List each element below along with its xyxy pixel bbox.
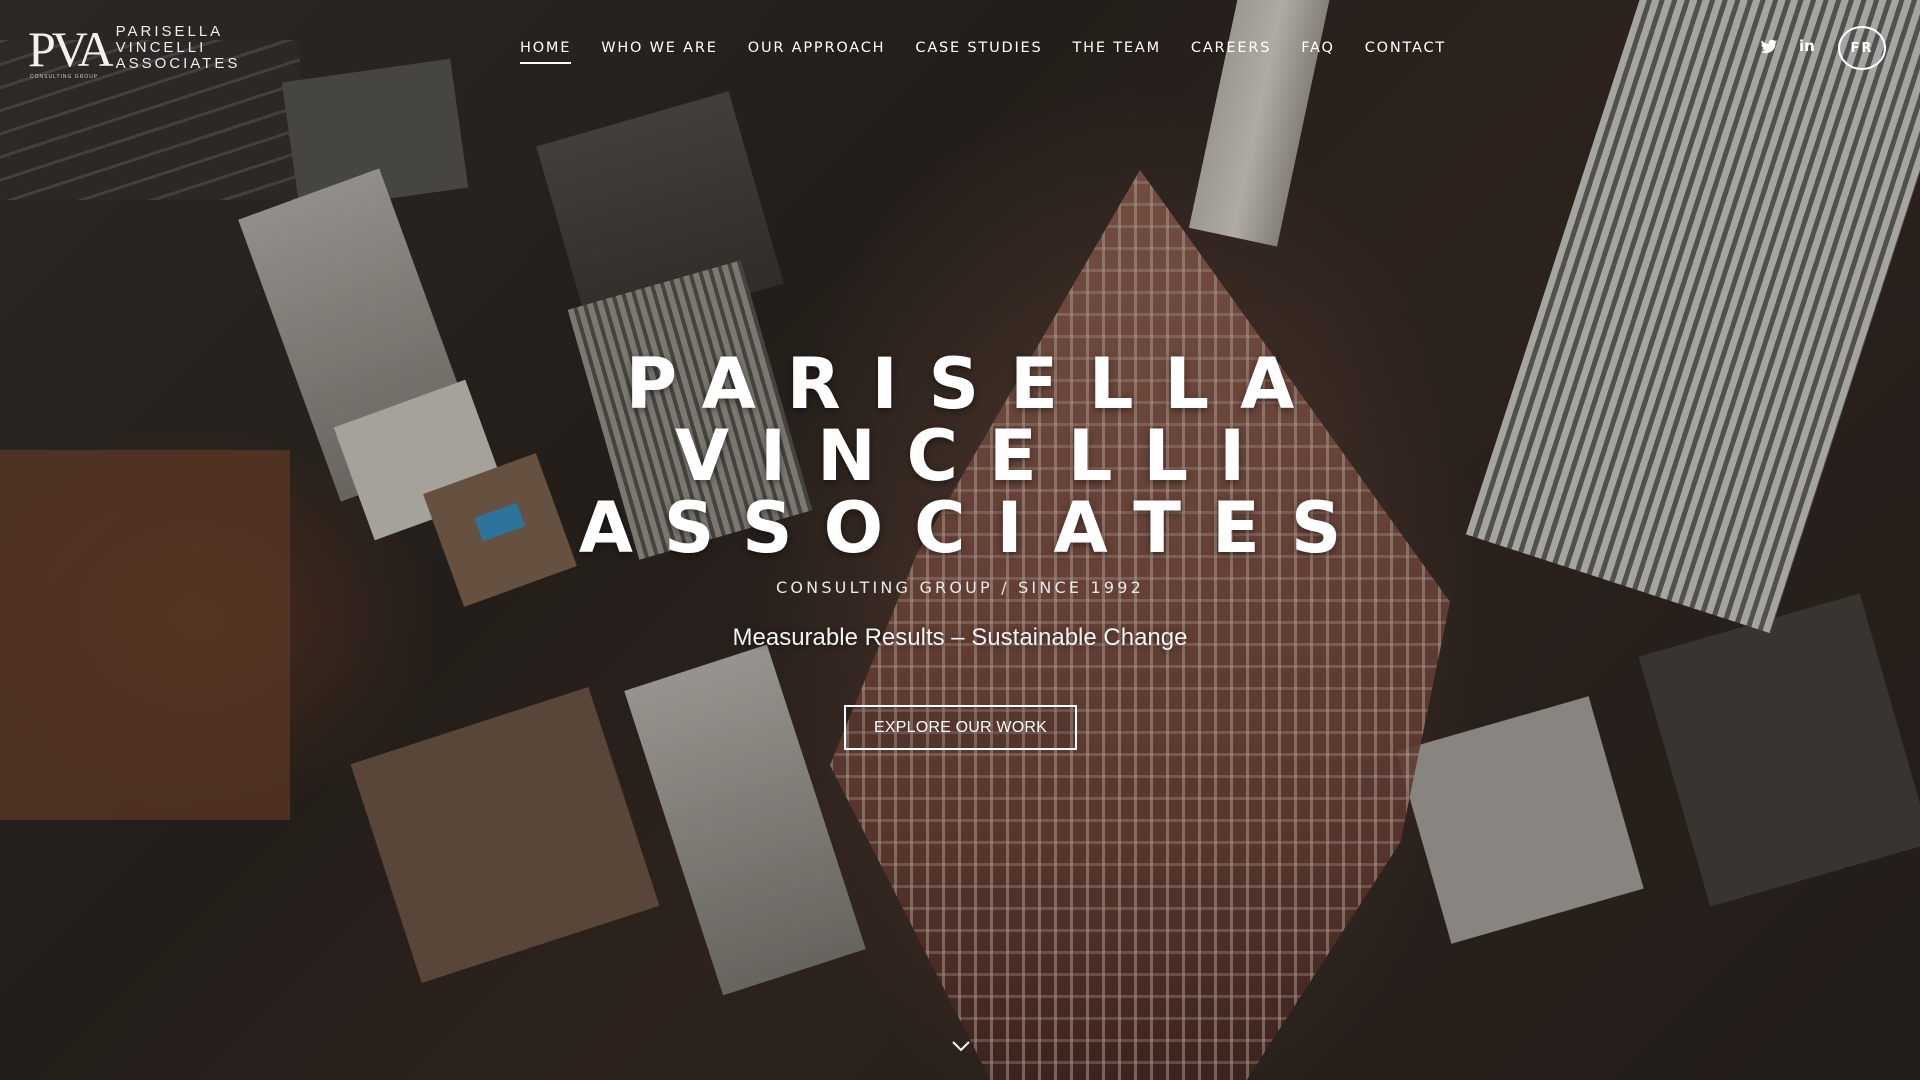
nav-item-careers[interactable]: CAREERS — [1176, 38, 1286, 58]
hero-title-line: ASSOCIATES — [578, 487, 1373, 569]
twitter-icon[interactable] — [1760, 38, 1778, 56]
logo-line: ASSOCIATES — [115, 55, 241, 72]
nav-item-the-team[interactable]: THE TEAM — [1058, 38, 1176, 58]
nav-item-who-we-are[interactable]: WHO WE ARE — [586, 38, 733, 58]
nav-item-contact[interactable]: CONTACT — [1350, 38, 1461, 58]
logo-mark: PVA — [28, 21, 114, 77]
main-nav: HOME WHO WE ARE OUR APPROACH CASE STUDIE… — [505, 38, 1461, 64]
logo-line: VINCELLI — [115, 39, 207, 56]
logo-subtext: CONSULTING GROUP — [30, 74, 99, 80]
logo-line: PARISELLA — [115, 23, 224, 40]
chevron-down-icon[interactable] — [951, 1040, 971, 1052]
hero-title: PARISELLA VINCELLI ASSOCIATES — [0, 348, 1920, 564]
nav-item-faq[interactable]: FAQ — [1286, 38, 1350, 58]
hero-section: PVA PARISELLA VINCELLI ASSOCIATES CONSUL… — [0, 0, 1920, 1080]
linkedin-icon[interactable]: in — [1799, 37, 1815, 55]
explore-our-work-button[interactable]: EXPLORE OUR WORK — [844, 705, 1077, 750]
hero-slogan: Measurable Results – Sustainable Change — [732, 624, 1188, 651]
nav-item-home[interactable]: HOME — [505, 38, 586, 64]
logo-wordmark: PARISELLA VINCELLI ASSOCIATES — [116, 24, 241, 72]
site-logo[interactable]: PVA PARISELLA VINCELLI ASSOCIATES CONSUL… — [28, 24, 240, 82]
nav-item-case-studies[interactable]: CASE STUDIES — [900, 38, 1057, 58]
hero-title-line: VINCELLI — [674, 415, 1277, 497]
nav-item-our-approach[interactable]: OUR APPROACH — [733, 38, 901, 58]
hero-title-line: PARISELLA — [625, 343, 1326, 425]
hero-tagline: CONSULTING GROUP / SINCE 1992 — [775, 578, 1145, 597]
language-toggle-button[interactable]: FR — [1838, 26, 1886, 70]
